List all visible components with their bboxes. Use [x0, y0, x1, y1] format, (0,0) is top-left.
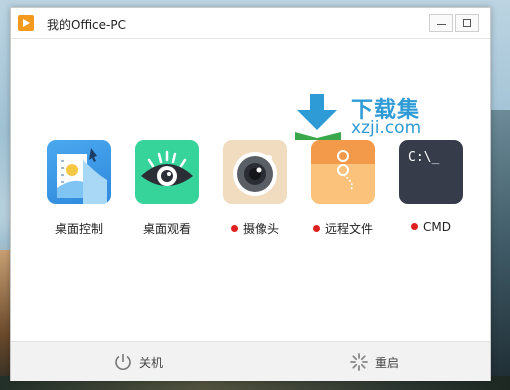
eye-icon [135, 140, 199, 204]
app-grid: 桌面控制 桌面观看 摄像头 远程文件 C:\_ CMD [11, 140, 490, 250]
maximize-button[interactable] [455, 14, 479, 32]
cmd-icon: C:\_ [399, 140, 463, 204]
bottom-toolbar: 关机 重启 [11, 341, 490, 381]
app-cmd[interactable]: C:\_ CMD [387, 140, 475, 240]
app-label-desktop-view: 桌面观看 [142, 222, 191, 236]
status-dot [411, 223, 418, 230]
app-label-remote-files: 远程文件 [299, 220, 387, 237]
restart-button[interactable]: 重启 [349, 352, 409, 372]
app-window: 我的Office-PC 下载集 xzji.com 桌面控制 桌面观看 摄像头 远… [10, 7, 491, 381]
app-label-desktop-control: 桌面控制 [54, 222, 103, 236]
watermark-url: xzji.com [351, 118, 422, 138]
app-label-cmd: CMD [387, 220, 475, 234]
app-camera[interactable]: 摄像头 [211, 140, 299, 240]
window-title: 我的Office-PC [47, 18, 126, 32]
status-dot [312, 225, 320, 232]
cmd-prompt-text: C:\_ [408, 150, 440, 165]
app-label-camera: 摄像头 [211, 220, 299, 237]
app-desktop-control[interactable]: 桌面控制 [35, 140, 123, 240]
title-bar[interactable]: 我的Office-PC [11, 8, 490, 39]
status-dot [230, 225, 238, 232]
shutdown-label: 关机 [139, 356, 164, 370]
folder-icon [311, 140, 375, 204]
minimize-button[interactable] [429, 14, 453, 32]
watermark-logo: 下载集 xzji.com [293, 92, 463, 142]
download-arrow-icon [295, 94, 341, 140]
app-desktop-view[interactable]: 桌面观看 [123, 140, 211, 240]
restart-label: 重启 [375, 356, 400, 370]
restart-spinner-icon [350, 353, 368, 371]
app-remote-files[interactable]: 远程文件 [299, 140, 387, 240]
minimize-icon [437, 24, 446, 25]
background-rock-right [488, 110, 510, 390]
camera-icon [223, 140, 287, 204]
shutdown-button[interactable]: 关机 [113, 352, 173, 372]
app-logo-icon [18, 15, 34, 31]
desktop-control-icon [47, 140, 111, 204]
power-icon [115, 354, 131, 370]
maximize-icon [463, 19, 471, 27]
